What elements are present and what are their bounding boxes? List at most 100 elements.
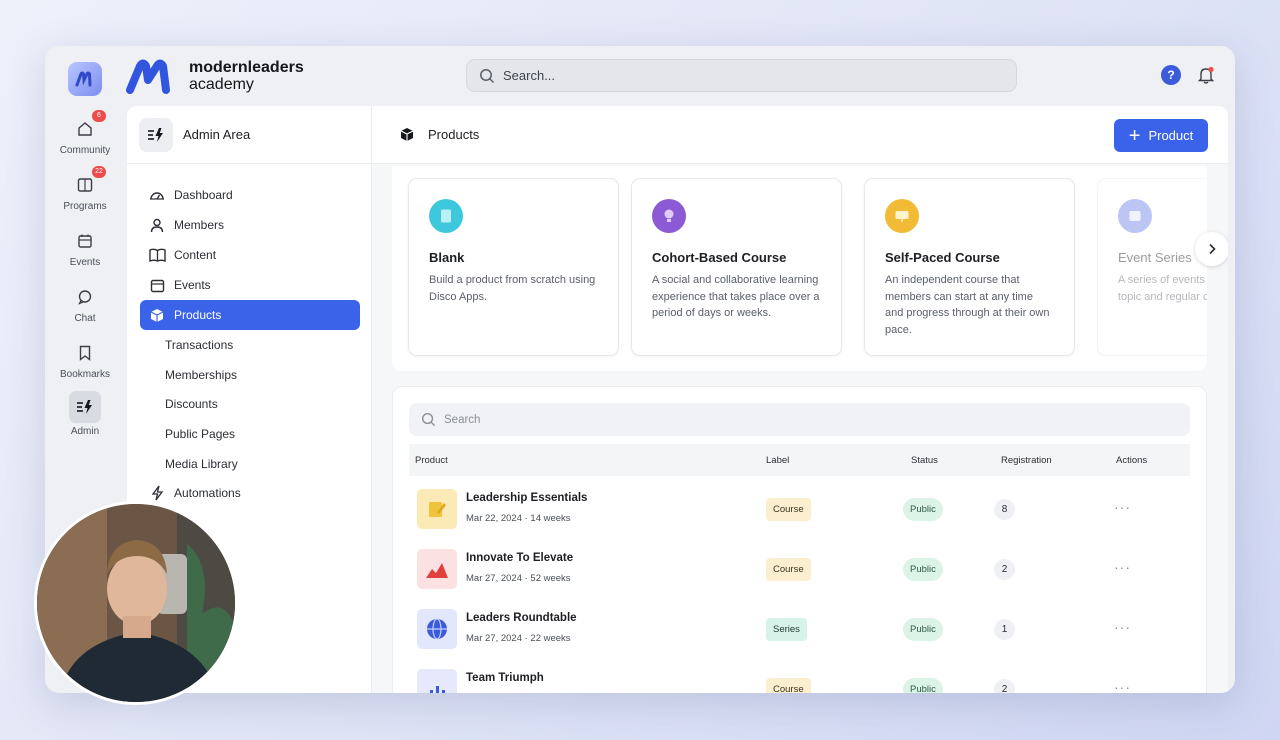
rail-label: Events: [69, 257, 101, 268]
table-row[interactable]: Leaders Roundtable Mar 27, 2024 · 22 wee…: [409, 599, 1190, 659]
products-table: Search Product Label Status Registration…: [392, 386, 1207, 693]
book-icon: 22: [72, 166, 106, 198]
cube-icon: [148, 306, 166, 324]
add-product-label: Product: [1148, 128, 1194, 143]
status-badge: Public: [903, 618, 943, 641]
product-name[interactable]: Leaders Roundtable: [466, 612, 577, 624]
nav-sub-transactions[interactable]: Transactions: [140, 330, 360, 360]
product-meta: Mar 27, 2024 · 52 weeks: [466, 573, 571, 584]
nav-label: Members: [174, 218, 225, 232]
admin-header: Admin Area: [127, 106, 371, 164]
lightning-icon: [148, 484, 166, 502]
notification-bell-icon[interactable]: [1195, 64, 1217, 91]
col-product[interactable]: Product: [415, 455, 448, 466]
calendar-icon: [1118, 199, 1152, 233]
label-badge: Course: [766, 678, 811, 693]
product-type-card-self-paced[interactable]: Self-Paced Course An independent course …: [864, 178, 1075, 356]
registration-count: 1: [994, 619, 1015, 640]
table-search-input[interactable]: Search: [409, 403, 1190, 436]
nav-label: Automations: [174, 486, 241, 501]
global-search-input[interactable]: Search...: [466, 59, 1017, 92]
nav-sub-public-pages[interactable]: Public Pages: [140, 419, 360, 449]
add-product-button[interactable]: + Product: [1114, 119, 1208, 152]
product-name[interactable]: Innovate To Elevate: [466, 552, 573, 564]
col-status[interactable]: Status: [911, 455, 938, 466]
carousel-next-button[interactable]: [1195, 232, 1228, 266]
nav-sub-discounts[interactable]: Discounts: [140, 389, 360, 419]
nav-label: Dashboard: [174, 188, 233, 202]
presenter-video-image: [37, 504, 235, 702]
card-description: Build a product from scratch using Disco…: [429, 274, 596, 303]
nav-sub-memberships[interactable]: Memberships: [140, 360, 360, 390]
rail-label: Programs: [63, 201, 107, 212]
rail-item-bookmarks[interactable]: Bookmarks: [45, 340, 125, 380]
table-row[interactable]: Leadership Essentials Mar 22, 2024 · 14 …: [409, 479, 1190, 539]
nav-item-automations[interactable]: Automations: [140, 478, 360, 508]
main-header: Products + Product: [372, 106, 1228, 164]
brand-subtitle: academy: [189, 76, 254, 93]
rail-label: Admin: [70, 426, 100, 437]
status-badge: Public: [903, 558, 943, 581]
col-registration[interactable]: Registration: [1001, 455, 1052, 466]
product-type-card-cohort[interactable]: Cohort-Based Course A social and collabo…: [631, 178, 842, 356]
col-label[interactable]: Label: [766, 455, 789, 466]
rail-item-community[interactable]: 6 Community: [45, 110, 125, 156]
app-logo-icon[interactable]: [68, 62, 102, 96]
nav-sub-media-library[interactable]: Media Library: [140, 449, 360, 479]
nav-item-members[interactable]: Members: [140, 210, 360, 240]
rail-item-programs[interactable]: 22 Programs: [45, 166, 125, 212]
nav-item-dashboard[interactable]: Dashboard: [140, 180, 360, 210]
page-title: Products: [428, 127, 480, 142]
nav-item-products[interactable]: Products: [140, 300, 360, 330]
registration-count: 8: [994, 499, 1015, 520]
product-type-card-event-series[interactable]: Event Series A series of events on a spe…: [1097, 178, 1207, 356]
product-type-card-blank[interactable]: Blank Build a product from scratch using…: [408, 178, 619, 356]
table-row[interactable]: Team Triumph Course Public 2 ···: [409, 659, 1190, 693]
rail-label: Chat: [74, 313, 96, 324]
brand-logo-icon: [126, 59, 170, 94]
rail-item-chat[interactable]: Chat: [45, 284, 125, 324]
open-book-icon: [148, 246, 166, 264]
row-actions-button[interactable]: ···: [1114, 559, 1131, 575]
row-actions-button[interactable]: ···: [1114, 619, 1131, 635]
card-description: A social and collaborative learning expe…: [652, 274, 820, 319]
admin-area-icon: [139, 117, 173, 152]
label-badge: Course: [766, 558, 811, 581]
nav-label: Products: [174, 308, 222, 322]
webcam-overlay: [34, 501, 238, 705]
search-icon: [480, 68, 495, 83]
user-icon: [148, 216, 166, 234]
table-row[interactable]: Innovate To Elevate Mar 27, 2024 · 52 we…: [409, 539, 1190, 599]
brand[interactable]: modernleaders academy: [125, 56, 304, 96]
rail-label: Community: [59, 145, 111, 156]
nav-label: Content: [174, 248, 217, 262]
row-actions-button[interactable]: ···: [1114, 679, 1131, 693]
rail-item-events[interactable]: Events: [45, 228, 125, 268]
gauge-icon: [148, 186, 166, 204]
bookmark-icon: [72, 340, 98, 366]
status-badge: Public: [903, 678, 943, 693]
row-actions-button[interactable]: ···: [1114, 499, 1131, 515]
plus-icon: +: [1128, 124, 1141, 147]
card-description: A series of events on a specific topic a…: [1118, 274, 1207, 303]
rail-label: Bookmarks: [59, 369, 110, 380]
programs-badge: 22: [92, 166, 106, 178]
product-thumbnail: [417, 549, 457, 589]
product-thumbnail: [417, 489, 457, 529]
col-actions: Actions: [1116, 455, 1148, 466]
registration-count: 2: [994, 559, 1015, 580]
product-name[interactable]: Team Triumph: [466, 672, 544, 684]
help-icon[interactable]: ?: [1161, 65, 1181, 85]
admin-title: Admin Area: [183, 127, 251, 142]
registration-count: 2: [994, 679, 1015, 693]
cube-icon: [400, 128, 414, 141]
product-name[interactable]: Leadership Essentials: [466, 492, 587, 504]
nav-item-content[interactable]: Content: [140, 240, 360, 270]
nav-item-events[interactable]: Events: [140, 270, 360, 300]
rail-item-admin[interactable]: Admin: [45, 391, 125, 437]
status-badge: Public: [903, 498, 943, 521]
calendar-icon: [72, 228, 98, 254]
presentation-icon: [885, 199, 919, 233]
card-title: Event Series: [1118, 250, 1192, 265]
product-meta: Mar 22, 2024 · 14 weeks: [466, 513, 571, 524]
